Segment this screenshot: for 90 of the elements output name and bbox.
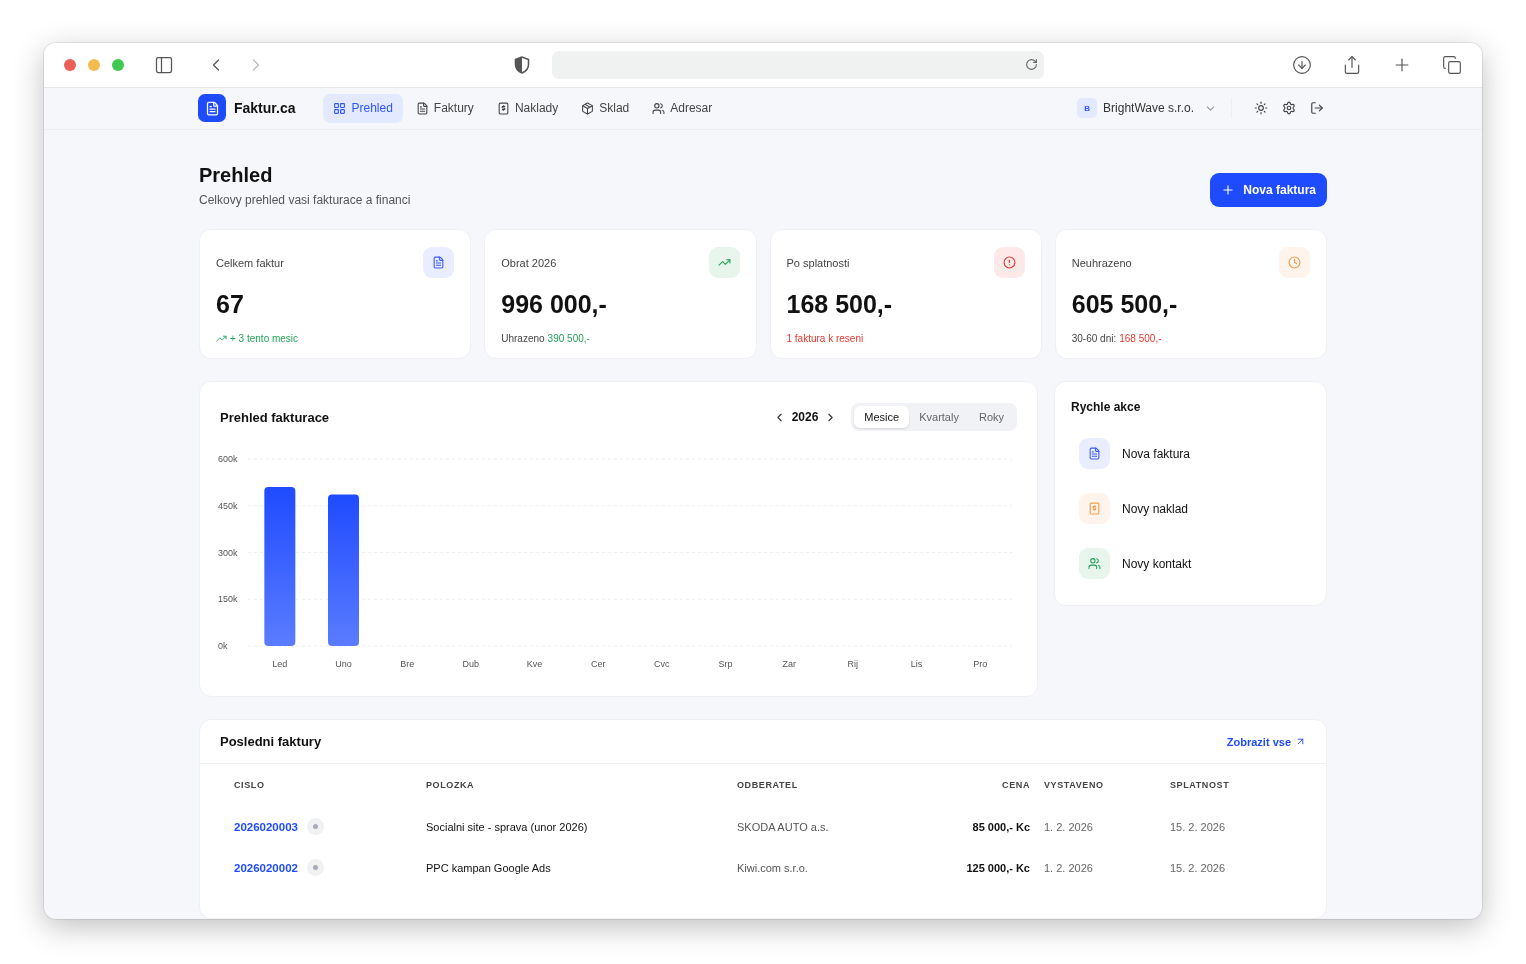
table-cell-text: 1. 2. 2026 — [1044, 860, 1094, 876]
show-all-link[interactable]: Zobrazit vse — [1226, 735, 1306, 748]
column-header: CISLO — [234, 779, 266, 792]
people-icon — [652, 101, 666, 115]
stat-note-label: Uhrazeno — [501, 333, 545, 344]
grid-icon — [333, 101, 347, 115]
axis-label: Rij — [847, 659, 859, 669]
table-cell-text: Socialni site - sprava (unor 2026) — [426, 819, 589, 835]
table-cell-text: 85 000,- Kc — [971, 819, 1031, 835]
axis-label: Zar — [782, 659, 796, 669]
stat-value: 605 500,- — [1071, 290, 1179, 319]
share-icon[interactable] — [1342, 54, 1362, 75]
nav-tab[interactable]: Prehled — [323, 93, 403, 123]
nav-tab[interactable]: Naklady — [486, 93, 569, 123]
axis-label: Uno — [335, 659, 352, 669]
zoom-dot-icon[interactable] — [112, 58, 124, 71]
shield-icon[interactable] — [514, 55, 530, 74]
axis-label: 300k — [218, 547, 238, 558]
stat-note: 1 faktura k reseni — [786, 333, 864, 344]
axis-label: Dub — [462, 659, 480, 669]
download-icon[interactable] — [1292, 54, 1312, 75]
year-label: 2026 — [791, 410, 819, 424]
stat-value: 168 500,- — [786, 290, 894, 319]
axis-label: Led — [272, 659, 288, 669]
page-subtitle: Celkovy prehled vasi fakturace a financi — [199, 193, 411, 207]
minimize-dot-icon[interactable] — [88, 58, 100, 71]
table-cell-text: 15. 2. 2026 — [1170, 819, 1227, 835]
card-title: Rychle akce — [1071, 400, 1142, 414]
stat-label: Po splatnosti — [786, 256, 850, 269]
arrow-up-right-icon — [1295, 736, 1306, 747]
page-title: Prehled — [199, 164, 274, 187]
period-tab[interactable]: Roky — [968, 406, 1014, 428]
quick-action[interactable]: Novy naklad — [1071, 481, 1310, 536]
stat-label: Obrat 2026 — [501, 256, 557, 269]
tabs-icon[interactable] — [1442, 54, 1462, 75]
axis-label: 150k — [218, 594, 238, 605]
stat-value: 67 — [216, 290, 245, 319]
period-tab[interactable]: Mesice — [854, 406, 910, 428]
axis-label: 0k — [218, 641, 228, 651]
table-cell-text: 15. 2. 2026 — [1170, 860, 1227, 876]
stat-note-label: 30-60 dni: — [1071, 333, 1117, 344]
column-header: POLOZKA — [426, 779, 476, 792]
axis-label: Bre — [400, 659, 415, 669]
axis-label: Lis — [910, 659, 923, 669]
status-dot-icon — [306, 818, 324, 835]
plus-icon — [1221, 183, 1236, 197]
table-cell-text: PPC kampan Google Ads — [426, 860, 552, 876]
invoice-number-link[interactable]: 2026020003 — [234, 820, 298, 833]
stat-label: Neuhrazeno — [1071, 256, 1132, 269]
period-tab[interactable]: Kvartaly — [909, 406, 969, 428]
table-cell-text: SKODA AUTO a.s. — [737, 819, 830, 835]
table-cell-text: Kiwi.com s.r.o. — [737, 860, 809, 876]
nav-tab[interactable]: Sklad — [571, 93, 640, 123]
stat-note: 168 500,- — [1119, 333, 1162, 344]
quick-action[interactable]: Novy kontakt — [1071, 536, 1310, 591]
axis-label: Srp — [718, 659, 733, 669]
axis-label: Pro — [973, 659, 988, 669]
sidebar-icon[interactable] — [154, 54, 174, 75]
chart-title: Prehled fakturace — [220, 409, 331, 425]
company-avatar: B — [1077, 98, 1098, 119]
stat-label: Celkem faktur — [216, 256, 284, 269]
table-cell-text: 1. 2. 2026 — [1044, 819, 1094, 835]
column-header: ODBERATEL — [737, 779, 799, 792]
company-switcher[interactable]: B BrightWave s.r.o. — [1077, 98, 1232, 119]
axis-label: Kve — [526, 659, 543, 669]
new-invoice-button[interactable]: Nova faktura — [1210, 173, 1327, 207]
status-dot-icon — [306, 859, 324, 876]
axis-label: Cvc — [654, 659, 670, 669]
stat-value: 996 000,- — [501, 290, 608, 319]
column-header: SPLATNOST — [1170, 779, 1231, 792]
axis-label: 600k — [218, 454, 238, 464]
quick-action[interactable]: Nova faktura — [1071, 426, 1310, 481]
column-header: VYSTAVENO — [1044, 779, 1105, 792]
close-dot-icon[interactable] — [64, 58, 76, 71]
stat-note: 390 500,- — [547, 333, 590, 344]
brand-name: Faktur.ca — [234, 100, 296, 117]
table-cell-text: 125 000,- Kc — [965, 860, 1031, 876]
reload-icon[interactable] — [1025, 58, 1038, 72]
stat-note: + 3 tento mesic — [230, 333, 299, 344]
invoice-number-link[interactable]: 2026020002 — [234, 861, 298, 874]
nav-tab[interactable]: Faktury — [405, 93, 484, 123]
axis-label: 450k — [218, 500, 238, 511]
axis-label: Cer — [590, 659, 606, 669]
box-icon — [581, 101, 595, 115]
card-title: Posledni faktury — [220, 734, 323, 749]
dollar-receipt-icon — [496, 101, 510, 115]
column-header: CENA — [1001, 779, 1031, 792]
nav-tab[interactable]: Adresar — [642, 93, 723, 123]
logo-icon — [198, 94, 226, 123]
document-icon — [415, 101, 429, 115]
